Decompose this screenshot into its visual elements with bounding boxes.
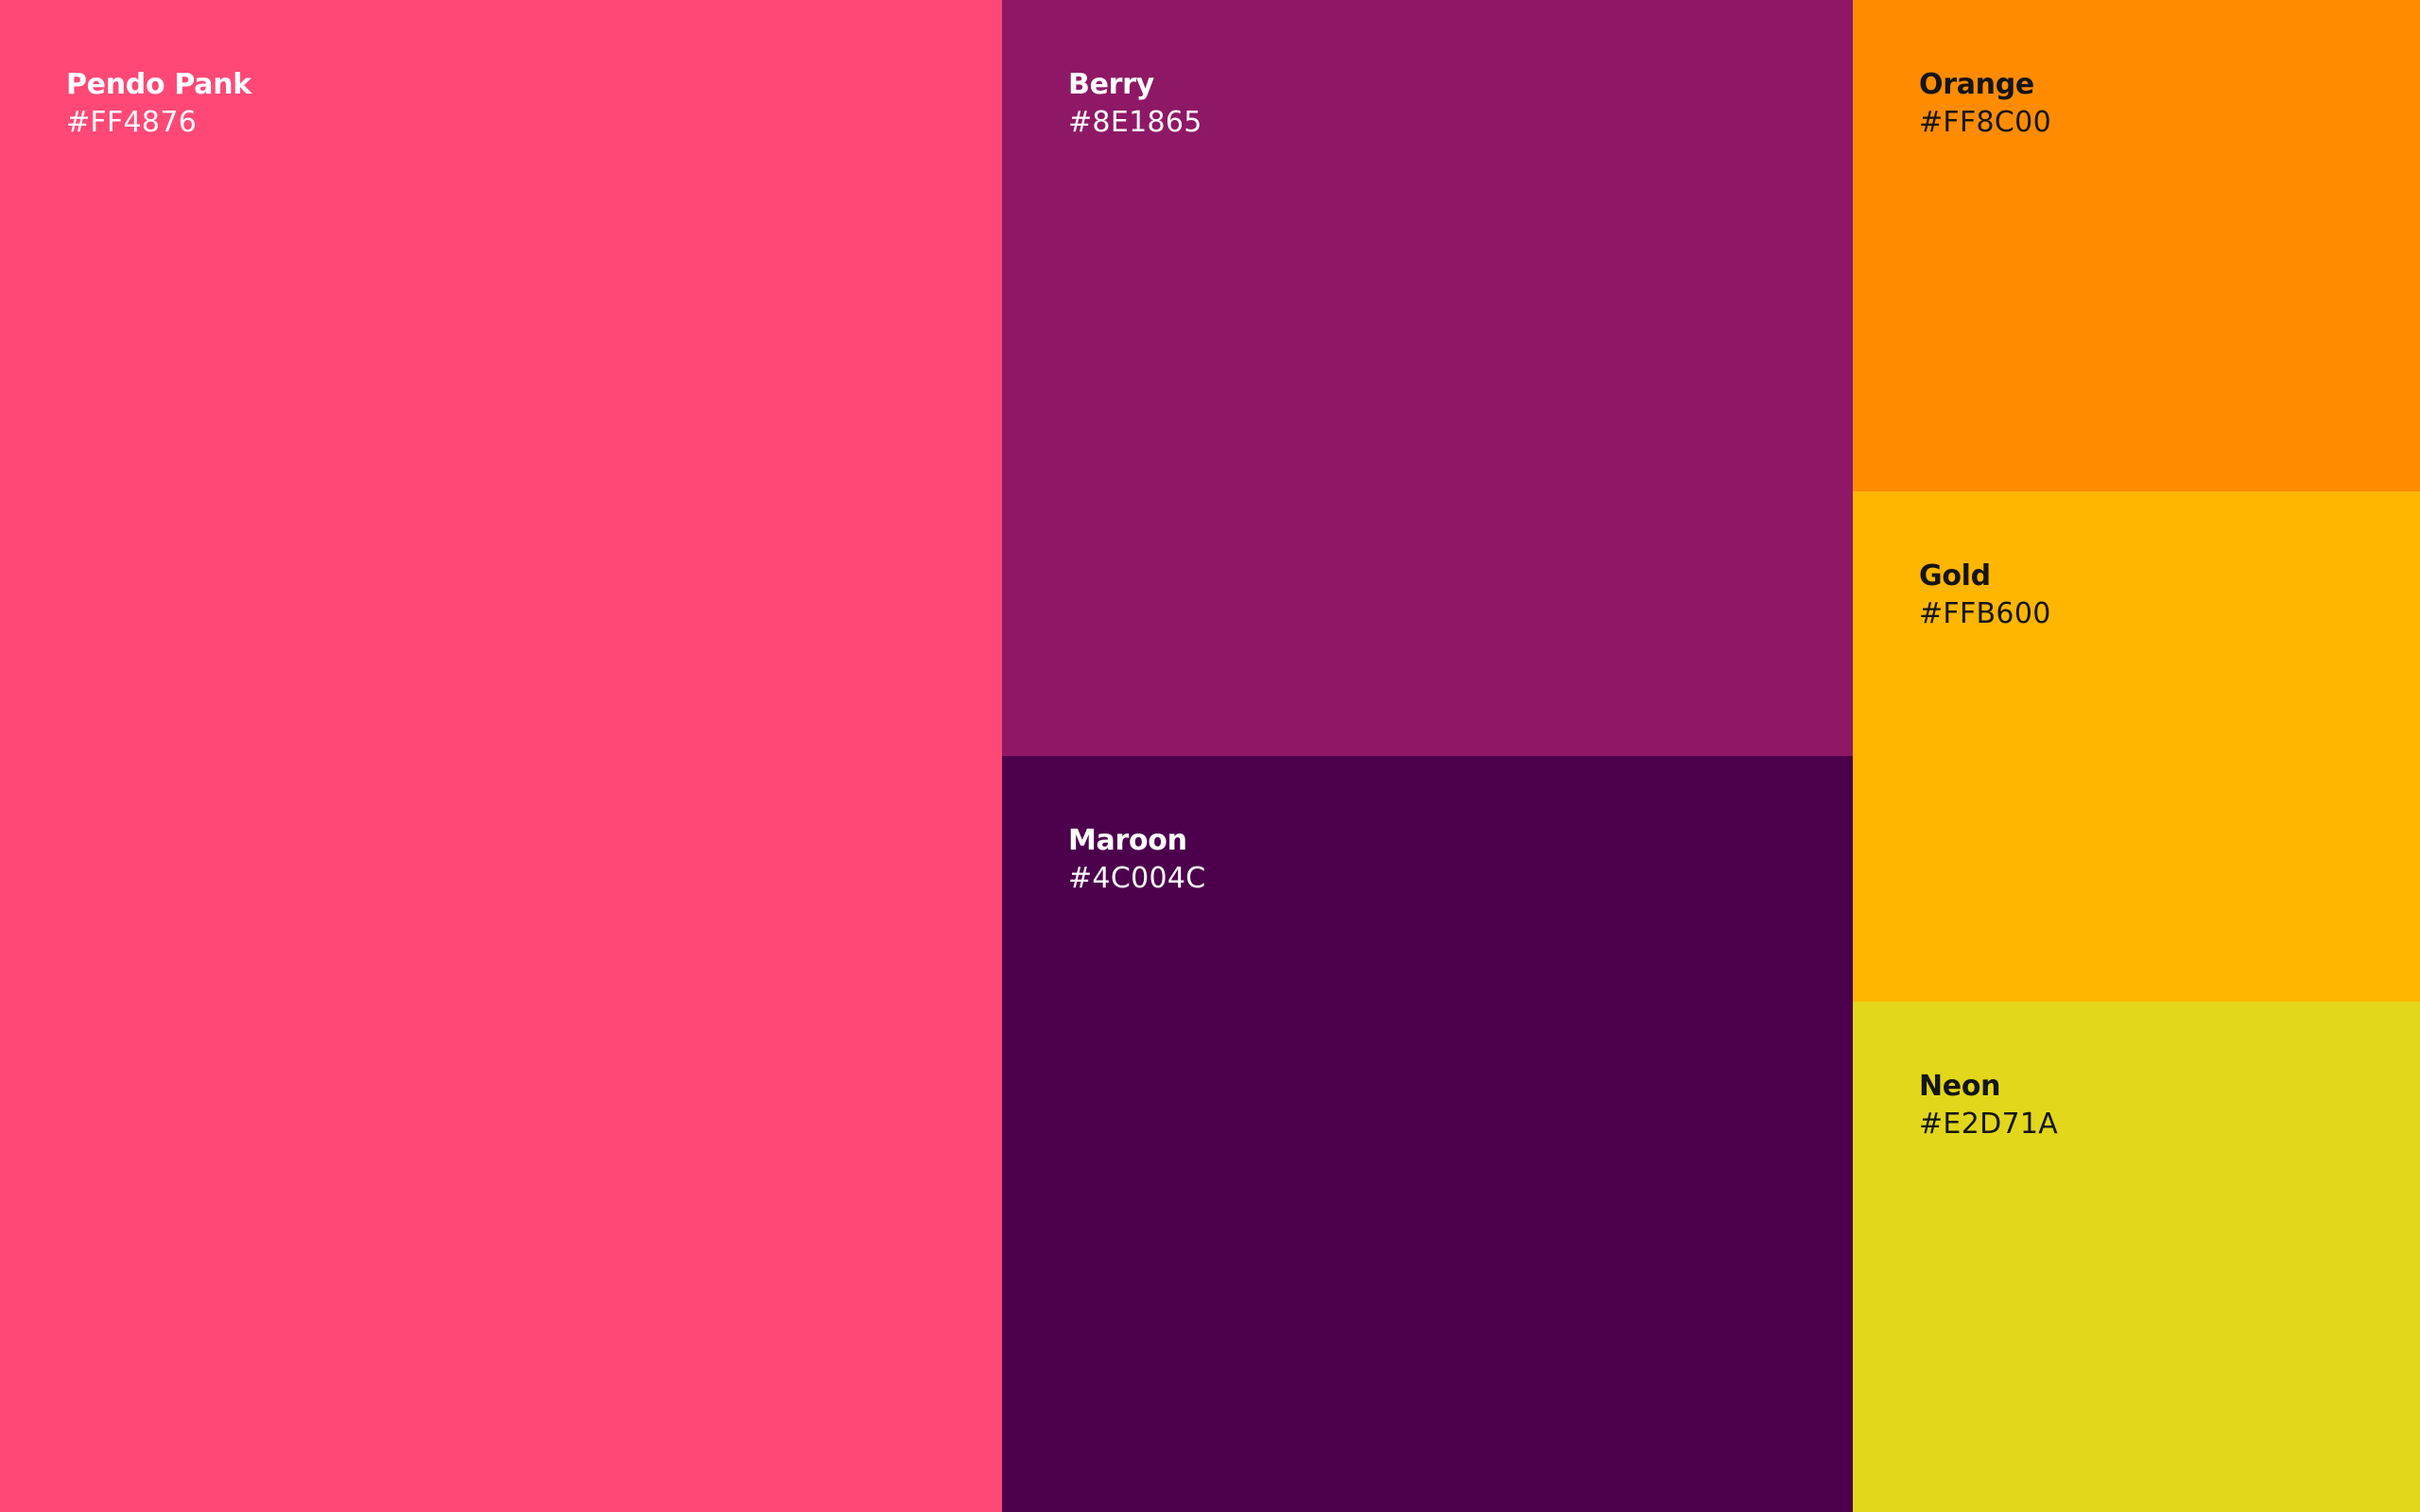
- swatch-hex: #4C004C: [1068, 862, 1206, 895]
- swatch-hex: #8E1865: [1068, 106, 1202, 139]
- swatch-name: Orange: [1919, 68, 2034, 101]
- swatch-hex: #FFB600: [1919, 597, 2051, 630]
- swatch-gold: Gold #FFB600: [1853, 491, 2420, 1002]
- swatch-neon: Neon #E2D71A: [1853, 1002, 2420, 1512]
- swatch-pendo-pank: Pendo Pank #FF4876: [0, 0, 1002, 1512]
- swatch-maroon: Maroon #4C004C: [1002, 756, 1853, 1512]
- swatch-hex: #FF4876: [66, 106, 198, 139]
- swatch-name: Gold: [1919, 559, 1991, 593]
- swatch-berry: Berry #8E1865: [1002, 0, 1853, 756]
- swatch-name: Neon: [1919, 1070, 2001, 1103]
- swatch-hex: #E2D71A: [1919, 1108, 2059, 1141]
- swatch-name: Berry: [1068, 68, 1154, 101]
- color-palette: Pendo Pank #FF4876 Berry #8E1865 Maroon …: [0, 0, 2420, 1512]
- swatch-name: Maroon: [1068, 824, 1187, 857]
- swatch-orange: Orange #FF8C00: [1853, 0, 2420, 491]
- swatch-hex: #FF8C00: [1919, 106, 2051, 139]
- swatch-name: Pendo Pank: [66, 68, 251, 101]
